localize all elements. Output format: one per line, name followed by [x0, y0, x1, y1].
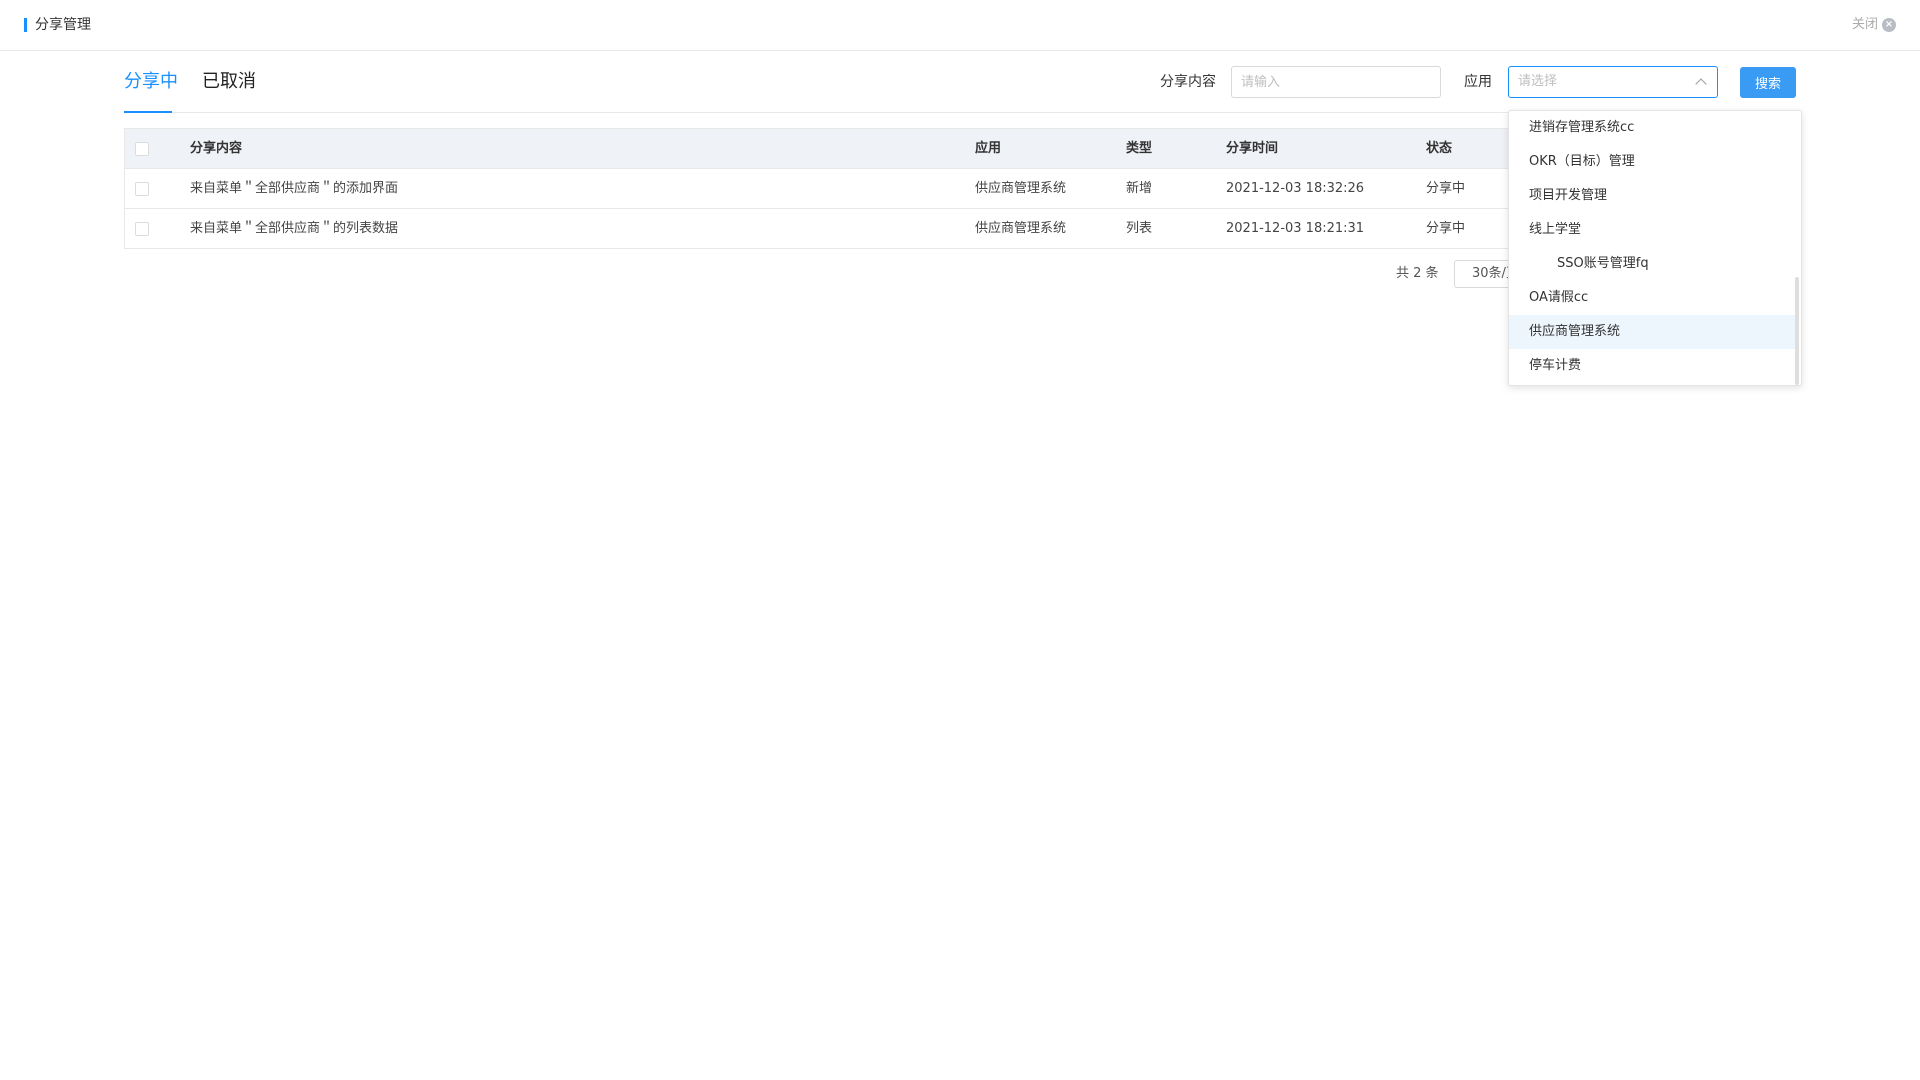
page-title: 分享管理	[35, 17, 91, 33]
active-tab-underline	[124, 111, 172, 113]
column-header-type: 类型	[1126, 141, 1153, 156]
title-accent-bar	[24, 18, 27, 32]
cell-time: 2021-12-03 18:21:31	[1226, 221, 1365, 236]
dropdown-option[interactable]: OA请假cc	[1509, 281, 1795, 315]
cell-time: 2021-12-03 18:32:26	[1226, 181, 1365, 196]
dropdown-option[interactable]: 项目开发管理	[1509, 179, 1795, 213]
dropdown-option[interactable]: OKR（目标）管理	[1509, 145, 1795, 179]
app-select[interactable]: 请选择	[1508, 66, 1718, 98]
dropdown-option[interactable]: 进销存管理系统cc	[1509, 111, 1795, 145]
pagination-total: 共 2 条	[1396, 266, 1439, 281]
dropdown-option[interactable]: SSO账号管理fq	[1509, 247, 1795, 281]
column-header-content: 分享内容	[190, 141, 243, 156]
chevron-up-icon	[1695, 78, 1707, 90]
close-button[interactable]: 关闭 ×	[1852, 15, 1896, 35]
cell-status: 分享中	[1426, 221, 1466, 236]
dropdown-option[interactable]: 停车计费	[1509, 349, 1795, 383]
page-header: 分享管理 关闭 ×	[0, 0, 1920, 51]
select-all-checkbox[interactable]	[135, 142, 149, 156]
dropdown-option[interactable]: 供应商管理系统	[1509, 315, 1795, 349]
tab-sharing[interactable]: 分享中	[124, 69, 178, 95]
dropdown-scrollbar[interactable]	[1795, 277, 1799, 385]
row-checkbox[interactable]	[135, 182, 149, 196]
cell-app: 供应商管理系统	[975, 181, 1067, 196]
column-header-app: 应用	[975, 141, 1002, 156]
search-button[interactable]: 搜索	[1740, 67, 1796, 98]
row-checkbox[interactable]	[135, 222, 149, 236]
share-content-input[interactable]	[1231, 66, 1441, 98]
share-management-page: 分享管理 关闭 × 分享中 已取消 分享内容 应用 请选择 搜索 分享内容 应用…	[0, 0, 1920, 1080]
app-label: 应用	[1464, 74, 1492, 90]
app-dropdown-menu: 进销存管理系统cc OKR（目标）管理 项目开发管理 线上学堂 SSO账号管理f…	[1508, 110, 1802, 386]
dropdown-option[interactable]: 线上学堂	[1509, 213, 1795, 247]
cell-app: 供应商管理系统	[975, 221, 1067, 236]
cell-type: 列表	[1126, 221, 1153, 236]
app-select-placeholder: 请选择	[1518, 74, 1558, 89]
cell-content: 来自菜单＂全部供应商＂的添加界面	[190, 181, 399, 196]
close-circle-icon[interactable]: ×	[1882, 18, 1896, 32]
cell-type: 新增	[1126, 181, 1153, 196]
cell-status: 分享中	[1426, 181, 1466, 196]
tab-cancelled[interactable]: 已取消	[202, 69, 256, 95]
share-content-label: 分享内容	[1160, 74, 1216, 90]
cell-content: 来自菜单＂全部供应商＂的列表数据	[190, 221, 399, 236]
close-label: 关闭	[1851, 17, 1878, 32]
column-header-time: 分享时间	[1226, 141, 1279, 156]
column-header-status: 状态	[1426, 141, 1453, 156]
